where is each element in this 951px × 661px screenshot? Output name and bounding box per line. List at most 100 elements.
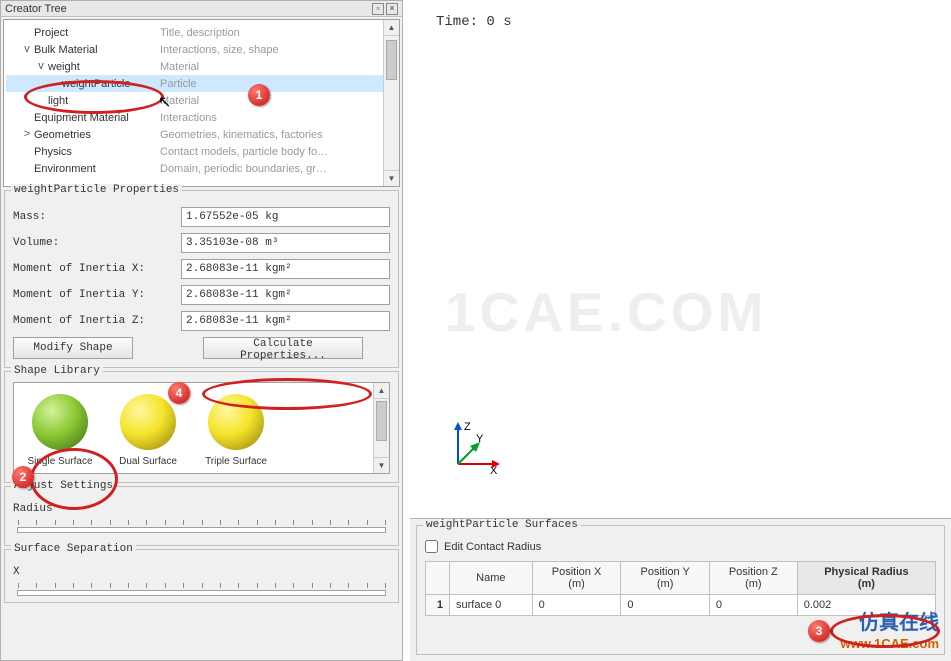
scroll-thumb[interactable] [376, 401, 387, 441]
tree-toggle-icon[interactable]: v [34, 61, 48, 72]
surfaces-title: weightParticle Surfaces [423, 519, 581, 531]
radius-slider[interactable] [17, 527, 386, 533]
property-row: Mass: [13, 207, 390, 227]
scroll-thumb[interactable] [386, 40, 397, 80]
svg-text:Y: Y [476, 433, 484, 445]
tree-item-weight[interactable]: vweightMaterial [6, 58, 397, 75]
x-label: X [13, 566, 390, 578]
properties-title: weightParticle Properties [11, 184, 182, 196]
time-label: Time: 0 s [436, 14, 512, 30]
surfaces-table[interactable]: Name Position X (m) Position Y (m) Posit… [425, 561, 936, 616]
shape-library-group: Shape Library Single Surface Dual Surfac… [4, 371, 399, 483]
tree-item-desc: Title, description [160, 27, 240, 39]
surface-separation-title: Surface Separation [11, 543, 136, 555]
property-row: Moment of Inertia Z: [13, 311, 390, 331]
property-row: Moment of Inertia X: [13, 259, 390, 279]
shape-dual-surface[interactable]: Dual Surface [104, 390, 192, 467]
property-label: Moment of Inertia X: [13, 263, 181, 275]
scroll-up-icon[interactable]: ▲ [384, 20, 399, 36]
table-row[interactable]: 1 surface 0 0 0 0 0.002 [426, 595, 936, 616]
panel-pin-icon[interactable]: ▫ [372, 3, 384, 15]
tree-item-weightparticle[interactable]: weightParticleParticle [6, 75, 397, 92]
tree-item-equipment-material[interactable]: Equipment MaterialInteractions [6, 109, 397, 126]
edit-contact-radius-label: Edit Contact Radius [444, 541, 541, 553]
shape-label: Dual Surface [104, 456, 192, 467]
viewport-3d[interactable]: Time: 0 s 1CAE.COM Z X Y [410, 0, 951, 512]
panel-titlebar: Creator Tree ▫ × [1, 1, 402, 17]
tree-item-label: weight [48, 61, 160, 73]
tree-item-label: weightParticle [62, 78, 160, 90]
tree-item-label: Geometries [34, 129, 160, 141]
x-slider[interactable] [17, 590, 386, 596]
table-header-posx[interactable]: Position X (m) [532, 562, 621, 595]
table-header-posy[interactable]: Position Y (m) [621, 562, 709, 595]
property-row: Moment of Inertia Y: [13, 285, 390, 305]
tree-item-label: Environment [34, 163, 160, 175]
tree-item-geometries[interactable]: >GeometriesGeometries, kinematics, facto… [6, 126, 397, 143]
tree-toggle-icon[interactable]: v [20, 44, 34, 55]
cell-radius[interactable]: 0.002 [797, 595, 935, 616]
table-header-radius[interactable]: Physical Radius (m) [797, 562, 935, 595]
property-input[interactable] [181, 259, 390, 279]
tree-scrollbar[interactable]: ▲ ▼ [383, 20, 399, 186]
tree-item-light[interactable]: lightMaterial [6, 92, 397, 109]
axis-triad-icon: Z X Y [446, 420, 502, 476]
shape-single-surface[interactable]: Single Surface [16, 390, 104, 467]
cell-posx[interactable]: 0 [532, 595, 621, 616]
edit-contact-radius-checkbox[interactable]: Edit Contact Radius [425, 540, 936, 553]
shape-library-list[interactable]: Single Surface Dual Surface Triple Surfa… [13, 382, 390, 474]
property-label: Moment of Inertia Z: [13, 315, 181, 327]
tree-item-environment[interactable]: EnvironmentDomain, periodic boundaries, … [6, 160, 397, 177]
property-label: Volume: [13, 237, 181, 249]
tree-item-label: light [48, 95, 160, 107]
table-header-posz[interactable]: Position Z (m) [709, 562, 797, 595]
adjust-settings-group: Adjust Settings Radius [4, 486, 399, 546]
tree-item-label: Project [34, 27, 160, 39]
property-label: Mass: [13, 211, 181, 223]
scroll-up-icon[interactable]: ▲ [374, 383, 389, 399]
property-input[interactable] [181, 311, 390, 331]
cell-posy[interactable]: 0 [621, 595, 709, 616]
scroll-down-icon[interactable]: ▼ [374, 457, 389, 473]
shape-triple-surface[interactable]: Triple Surface [192, 390, 280, 467]
panel-close-icon[interactable]: × [386, 3, 398, 15]
creator-tree[interactable]: ProjectTitle, descriptionvBulk MaterialI… [3, 19, 400, 187]
surfaces-panel: weightParticle Surfaces Edit Contact Rad… [410, 518, 951, 661]
shape-scrollbar[interactable]: ▲ ▼ [373, 383, 389, 473]
edit-contact-radius-input[interactable] [425, 540, 438, 553]
tree-item-label: Equipment Material [34, 112, 160, 124]
tree-item-bulk-material[interactable]: vBulk MaterialInteractions, size, shape [6, 41, 397, 58]
tree-item-desc: Interactions, size, shape [160, 44, 279, 56]
table-header-name[interactable]: Name [450, 562, 533, 595]
tree-item-desc: Contact models, particle body fo… [160, 146, 328, 158]
property-input[interactable] [181, 285, 390, 305]
tree-item-desc: Material [160, 95, 199, 107]
cell-posz[interactable]: 0 [709, 595, 797, 616]
property-label: Moment of Inertia Y: [13, 289, 181, 301]
tree-item-label: Bulk Material [34, 44, 160, 56]
scroll-down-icon[interactable]: ▼ [384, 170, 399, 186]
cell-name[interactable]: surface 0 [450, 595, 533, 616]
svg-text:Z: Z [464, 421, 471, 433]
adjust-settings-title: Adjust Settings [11, 480, 116, 492]
sphere-icon [32, 394, 88, 450]
sphere-icon [120, 394, 176, 450]
modify-shape-button[interactable]: Modify Shape [13, 337, 133, 359]
tree-item-desc: Material [160, 61, 199, 73]
calculate-properties-button[interactable]: Calculate Properties... [203, 337, 363, 359]
property-row: Volume: [13, 233, 390, 253]
tree-item-desc: Interactions [160, 112, 217, 124]
table-header-rownum [426, 562, 450, 595]
tree-item-desc: Domain, periodic boundaries, gr… [160, 163, 327, 175]
property-input[interactable] [181, 207, 390, 227]
table-rownum: 1 [426, 595, 450, 616]
tree-item-project[interactable]: ProjectTitle, description [6, 24, 397, 41]
tree-item-label: Physics [34, 146, 160, 158]
sphere-icon [208, 394, 264, 450]
watermark: 1CAE.COM [445, 280, 767, 344]
svg-text:X: X [490, 465, 498, 476]
shape-label: Triple Surface [192, 456, 280, 467]
tree-item-physics[interactable]: PhysicsContact models, particle body fo… [6, 143, 397, 160]
property-input[interactable] [181, 233, 390, 253]
tree-toggle-icon[interactable]: > [20, 129, 34, 140]
